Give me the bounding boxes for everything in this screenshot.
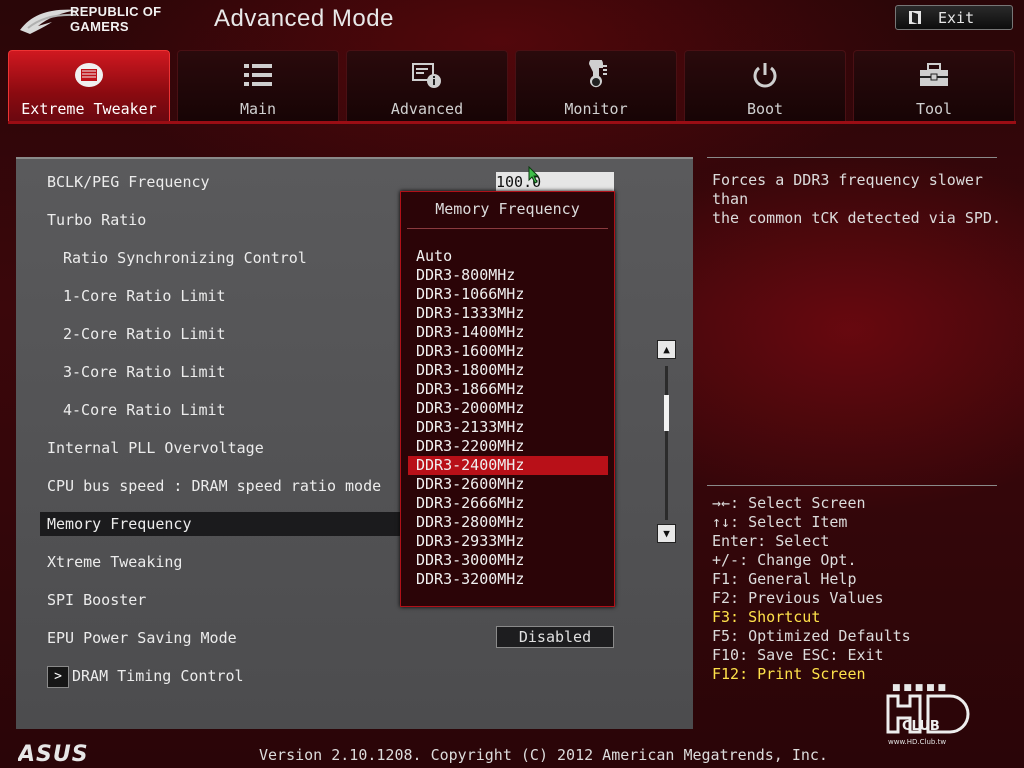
help-line-1: Forces a DDR3 frequency slower than	[712, 171, 983, 208]
tab-label: Boot	[746, 100, 784, 118]
setting-internal-pll-overvoltage[interactable]: Internal PLL Overvoltage	[47, 439, 264, 457]
option-ddr3-3000[interactable]: DDR3-3000MHz	[408, 551, 608, 570]
exit-door-icon	[909, 11, 921, 24]
option-ddr3-2400-selected[interactable]: DDR3-2400MHz	[408, 456, 608, 475]
advanced-settings-icon	[412, 63, 441, 88]
tab-extreme-tweaker[interactable]: Extreme Tweaker	[8, 50, 170, 122]
option-ddr3-1800[interactable]: DDR3-1800MHz	[408, 361, 608, 380]
scroll-down-button[interactable]: ▼	[657, 524, 676, 543]
exit-label: Exit	[938, 9, 975, 27]
help-divider-keys	[707, 485, 997, 486]
setting-spi-booster[interactable]: SPI Booster	[47, 591, 146, 609]
svg-text:ASUS: ASUS	[18, 742, 89, 764]
setting-2-core-ratio-limit[interactable]: 2-Core Ratio Limit	[63, 325, 226, 343]
memory-frequency-popup: Memory Frequency Auto DDR3-800MHz DDR3-1…	[400, 191, 615, 607]
option-ddr3-1866[interactable]: DDR3-1866MHz	[408, 380, 608, 399]
option-ddr3-1600[interactable]: DDR3-1600MHz	[408, 342, 608, 361]
option-ddr3-2200[interactable]: DDR3-2200MHz	[408, 437, 608, 456]
svg-text:CLUB: CLUB	[902, 719, 940, 734]
option-ddr3-2933[interactable]: DDR3-2933MHz	[408, 532, 608, 551]
exit-button[interactable]: Exit	[895, 5, 1013, 30]
brand-line-1: REPUBLIC OF	[70, 4, 162, 19]
help-description: Forces a DDR3 frequency slower than the …	[712, 171, 1002, 228]
key-change-option: +/-: Change Opt.	[712, 551, 857, 569]
submenu-dram-timing-control[interactable]: DRAM Timing Control	[72, 667, 244, 685]
brand-text: REPUBLIC OF GAMERS	[70, 4, 161, 34]
option-ddr3-3200[interactable]: DDR3-3200MHz	[408, 570, 608, 589]
power-icon	[753, 63, 777, 88]
option-ddr3-2600[interactable]: DDR3-2600MHz	[408, 475, 608, 494]
key-general-help: F1: General Help	[712, 570, 857, 588]
svg-text:■ ■ ■ ■ ■: ■ ■ ■ ■ ■	[892, 683, 946, 693]
svg-text:www.HD.Club.tw: www.HD.Club.tw	[888, 738, 946, 746]
key-enter-select: Enter: Select	[712, 532, 830, 550]
option-ddr3-800[interactable]: DDR3-800MHz	[408, 266, 608, 285]
tab-bar: Extreme Tweaker Main Advanced Monitor Bo…	[8, 50, 1016, 122]
option-ddr3-1400[interactable]: DDR3-1400MHz	[408, 323, 608, 342]
version-copyright: Version 2.10.1208. Copyright (C) 2012 Am…	[259, 746, 828, 764]
mode-title: Advanced Mode	[214, 5, 394, 32]
scrollbar-thumb[interactable]	[664, 395, 669, 431]
mouse-cursor-icon	[528, 166, 540, 184]
epu-value-button[interactable]: Disabled	[496, 626, 614, 648]
key-legend: →←: Select Screen ↑↓: Select Item Enter:…	[712, 494, 911, 684]
tab-boot[interactable]: Boot	[684, 50, 846, 122]
tab-label: Extreme Tweaker	[21, 100, 157, 118]
setting-cpu-bus-dram-ratio-mode[interactable]: CPU bus speed : DRAM speed ratio mode	[47, 477, 381, 495]
option-ddr3-1333[interactable]: DDR3-1333MHz	[408, 304, 608, 323]
setting-bclk-peg-frequency[interactable]: BCLK/PEG Frequency	[47, 173, 210, 191]
thermometer-icon	[589, 60, 607, 88]
setting-1-core-ratio-limit[interactable]: 1-Core Ratio Limit	[63, 287, 226, 305]
option-ddr3-2133[interactable]: DDR3-2133MHz	[408, 418, 608, 437]
tab-monitor[interactable]: Monitor	[515, 50, 677, 122]
help-divider-top	[707, 157, 997, 158]
setting-3-core-ratio-limit[interactable]: 3-Core Ratio Limit	[63, 363, 226, 381]
key-save-exit: F10: Save ESC: Exit	[712, 646, 884, 664]
popup-title: Memory Frequency	[435, 200, 580, 218]
option-ddr3-2000[interactable]: DDR3-2000MHz	[408, 399, 608, 418]
key-previous-values: F2: Previous Values	[712, 589, 884, 607]
tab-label: Main	[239, 100, 277, 118]
popup-divider	[407, 228, 608, 229]
key-print-screen[interactable]: F12: Print Screen	[712, 665, 911, 684]
option-auto[interactable]: Auto	[408, 247, 608, 266]
key-shortcut[interactable]: F3: Shortcut	[712, 608, 911, 627]
brand-line-2: GAMERS	[70, 19, 129, 34]
help-line-2: the common tCK detected via SPD.	[712, 209, 1001, 227]
tab-label: Monitor	[564, 100, 628, 118]
scroll-up-button[interactable]: ▲	[657, 340, 676, 359]
setting-ratio-synchronizing-control[interactable]: Ratio Synchronizing Control	[63, 249, 307, 267]
tab-advanced[interactable]: Advanced	[346, 50, 508, 122]
key-select-item: ↑↓: Select Item	[712, 513, 848, 531]
tab-label: Tool	[915, 100, 953, 118]
setting-turbo-ratio[interactable]: Turbo Ratio	[47, 211, 146, 229]
header: REPUBLIC OF GAMERS Advanced Mode Exit	[0, 0, 1024, 40]
tab-tool[interactable]: Tool	[853, 50, 1015, 122]
tab-main[interactable]: Main	[177, 50, 339, 122]
option-ddr3-1066[interactable]: DDR3-1066MHz	[408, 285, 608, 304]
setting-xtreme-tweaking[interactable]: Xtreme Tweaking	[47, 553, 182, 571]
setting-4-core-ratio-limit[interactable]: 4-Core Ratio Limit	[63, 401, 226, 419]
list-icon	[244, 64, 272, 86]
toolbox-icon	[920, 63, 948, 86]
setting-memory-frequency[interactable]: Memory Frequency	[47, 515, 192, 533]
extreme-tweaker-icon	[75, 63, 103, 87]
tab-label: Advanced	[390, 100, 464, 118]
scrollbar-track[interactable]	[665, 366, 668, 520]
asus-logo: ASUS	[18, 742, 89, 764]
setting-epu-power-saving-mode[interactable]: EPU Power Saving Mode	[47, 629, 237, 647]
option-ddr3-2666[interactable]: DDR3-2666MHz	[408, 494, 608, 513]
key-optimized-defaults: F5: Optimized Defaults	[712, 627, 911, 645]
key-select-screen: →←: Select Screen	[712, 494, 866, 512]
hd-club-watermark-logo: ■ ■ ■ ■ ■ CLUB www.HD.Club.tw	[886, 683, 970, 746]
option-ddr3-2800[interactable]: DDR3-2800MHz	[408, 513, 608, 532]
submenu-arrow-icon[interactable]: >	[47, 666, 69, 688]
tab-underline	[8, 121, 1016, 124]
